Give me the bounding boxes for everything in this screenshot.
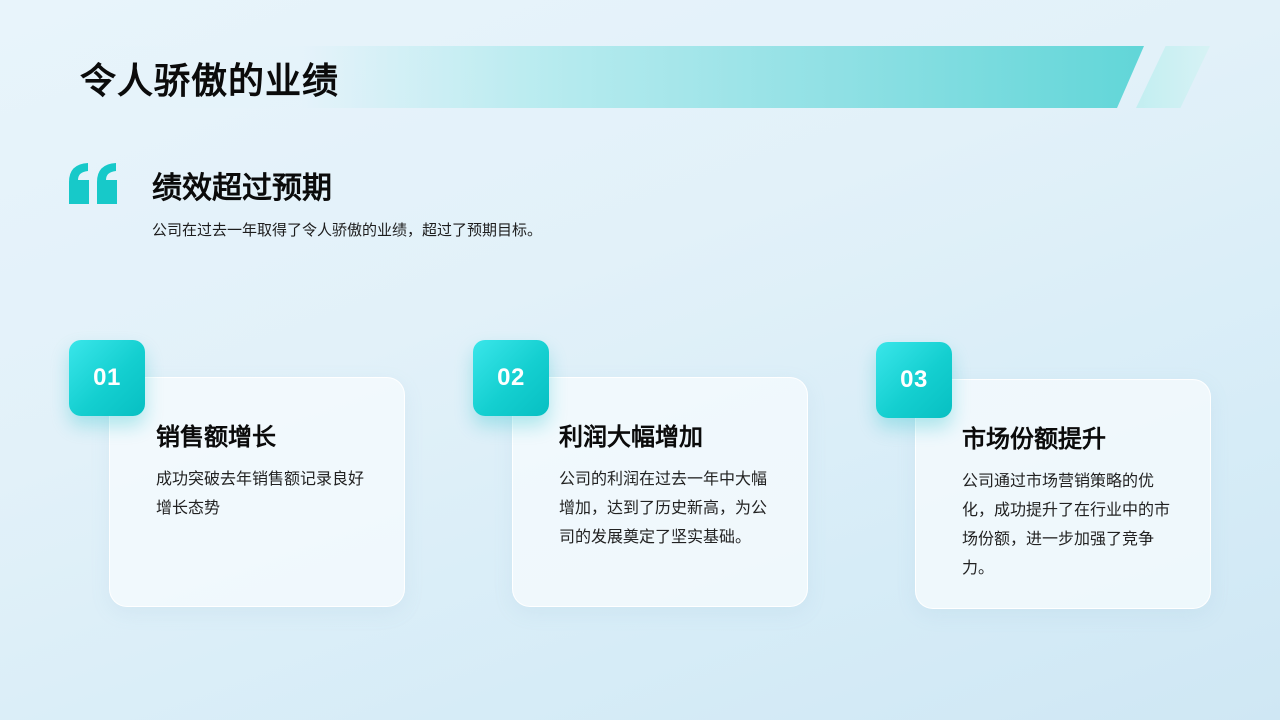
achievement-card-3: 市场份额提升 公司通过市场营销策略的优化，成功提升了在行业中的市场份额，进一步加… (915, 379, 1211, 609)
number-badge-3: 03 (876, 342, 952, 418)
number-badge-2: 02 (473, 340, 549, 416)
card-title: 销售额增长 (156, 423, 276, 451)
number-badge-1: 01 (69, 340, 145, 416)
quote-icon (69, 163, 117, 204)
card-title: 利润大幅增加 (559, 423, 703, 451)
achievement-card-2: 利润大幅增加 公司的利润在过去一年中大幅增加，达到了历史新高，为公司的发展奠定了… (512, 377, 808, 607)
banner-slash-decoration (1136, 46, 1210, 108)
quote-heading: 绩效超过预期 (152, 171, 332, 206)
card-description: 公司的利润在过去一年中大幅增加，达到了历史新高，为公司的发展奠定了坚实基础。 (559, 469, 768, 546)
card-description: 成功突破去年销售额记录良好增长态势 (156, 469, 365, 517)
achievement-card-1: 销售额增长 成功突破去年销售额记录良好增长态势 (109, 377, 405, 607)
card-description: 公司通过市场营销策略的优化，成功提升了在行业中的市场份额，进一步加强了竞争力。 (962, 471, 1171, 577)
card-title: 市场份额提升 (962, 425, 1106, 453)
page-title: 令人骄傲的业绩 (80, 61, 340, 102)
quote-text: 公司在过去一年取得了令人骄傲的业绩，超过了预期目标。 (152, 221, 543, 239)
